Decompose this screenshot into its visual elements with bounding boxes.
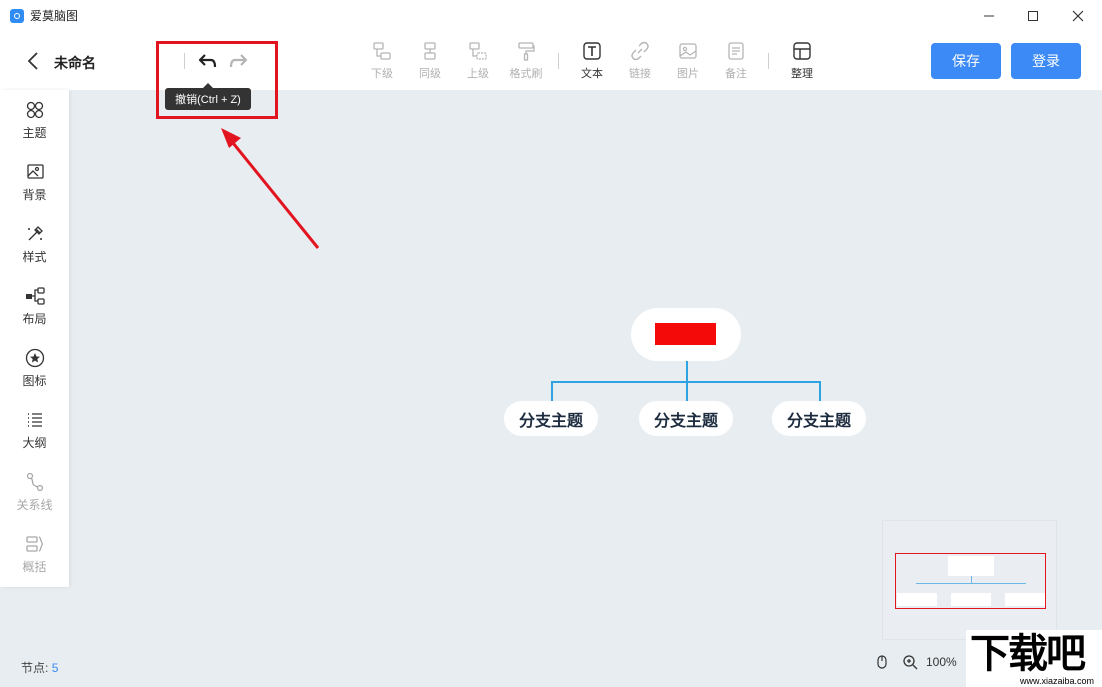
branch-topic[interactable]: 分支主题 [504, 401, 598, 436]
sidebar-item-label: 关系线 [16, 498, 53, 512]
arrange-label: 整理 [791, 68, 813, 80]
connector-line [551, 381, 553, 401]
summary-icon [25, 536, 43, 552]
root-topic[interactable] [631, 308, 741, 361]
watermark-logo: 下载吧 [970, 631, 1086, 677]
minimap[interactable] [882, 520, 1057, 640]
app-title: 爱莫脑图 [30, 9, 79, 23]
node-count-value: 5 [51, 661, 59, 675]
layout-icon [25, 287, 45, 305]
document-name[interactable]: 未命名 [54, 53, 96, 73]
connector-line [686, 381, 688, 401]
chevron-left-icon [27, 52, 38, 70]
format-painter-icon [518, 42, 535, 61]
format-painter-label: 格式刷 [509, 68, 543, 80]
watermark-url: www.xiazaiba.com [1020, 676, 1095, 686]
link-button[interactable]: 链接 [620, 41, 660, 83]
node-count-label: 节点: [21, 661, 49, 675]
sidebar-item-summary[interactable]: 概括 [0, 534, 69, 590]
sidebar-item-icon[interactable]: 图标 [0, 348, 69, 404]
arrange-icon [793, 42, 811, 60]
text-button[interactable]: 文本 [572, 41, 612, 83]
close-button[interactable] [1055, 0, 1101, 31]
zoom-level: 100% [926, 655, 957, 669]
sidebar-item-theme[interactable]: 主题 [0, 100, 69, 156]
note-icon [728, 42, 744, 60]
sibling-node-icon [424, 42, 436, 60]
connector-line [819, 381, 821, 401]
sidebar-item-label: 主题 [22, 126, 47, 140]
divider [558, 53, 559, 69]
root-topic-redacted [655, 323, 716, 345]
login-button[interactable]: 登录 [1011, 43, 1081, 79]
minimize-icon [984, 15, 994, 16]
sidebar-item-label: 样式 [22, 250, 47, 264]
relation-line-icon [26, 472, 43, 492]
divider [768, 53, 769, 69]
parent-node-icon [469, 42, 487, 60]
branch-topic[interactable]: 分支主题 [772, 401, 866, 436]
sidebar-item-label: 布局 [22, 312, 47, 326]
format-painter-button[interactable]: 格式刷 [506, 41, 546, 83]
maximize-button[interactable] [1010, 0, 1056, 31]
arrange-button[interactable]: 整理 [782, 41, 822, 83]
sidebar-item-label: 大纲 [22, 436, 47, 450]
sidebar-item-label: 概括 [22, 560, 47, 574]
sidebar-item-label: 背景 [22, 188, 47, 202]
highlight-box [156, 41, 278, 119]
image-icon [679, 43, 697, 59]
outline-icon [27, 413, 42, 427]
title-bar: 爱莫脑图 [0, 0, 1102, 31]
left-sidebar: 主题 背景 样式 布局 图标 大纲 关系线 概括 [0, 90, 69, 587]
connector-line [686, 361, 688, 382]
sidebar-item-layout[interactable]: 布局 [0, 286, 69, 342]
sidebar-item-outline[interactable]: 大纲 [0, 410, 69, 466]
child-node-icon [373, 42, 391, 60]
text-label: 文本 [581, 68, 603, 80]
annotation-arrow [221, 128, 320, 249]
maximize-icon [1028, 10, 1038, 21]
parent-node-label: 上级 [467, 68, 489, 80]
parent-node-button[interactable]: 上级 [458, 41, 498, 83]
sibling-node-button[interactable]: 同级 [410, 41, 450, 83]
link-label: 链接 [629, 68, 651, 80]
link-icon [631, 41, 649, 61]
background-icon [26, 164, 44, 179]
sidebar-item-background[interactable]: 背景 [0, 162, 69, 218]
note-label: 备注 [725, 68, 747, 80]
minimap-viewport[interactable] [895, 553, 1046, 609]
save-button[interactable]: 保存 [931, 43, 1001, 79]
theme-icon [26, 101, 43, 119]
back-button[interactable] [24, 51, 44, 71]
note-button[interactable]: 备注 [716, 41, 756, 83]
node-count: 节点: 5 [21, 659, 58, 676]
sidebar-item-style[interactable]: 样式 [0, 224, 69, 280]
child-node-label: 下级 [371, 68, 393, 80]
sidebar-item-relation-line[interactable]: 关系线 [0, 472, 69, 528]
child-node-button[interactable]: 下级 [362, 41, 402, 83]
sidebar-item-label: 图标 [22, 374, 47, 388]
app-logo-icon [10, 8, 24, 23]
text-icon [583, 42, 601, 60]
image-button[interactable]: 图片 [668, 41, 708, 83]
star-icon [25, 348, 44, 368]
sibling-node-label: 同级 [419, 68, 441, 80]
minimize-button[interactable] [966, 0, 1012, 31]
mouse-icon[interactable] [874, 654, 890, 670]
image-label: 图片 [677, 68, 699, 80]
close-icon [1072, 10, 1084, 21]
zoom-controls: 100% [874, 652, 957, 672]
style-icon [27, 226, 43, 241]
zoom-in-icon[interactable] [902, 654, 918, 670]
watermark: 下载吧 www.xiazaiba.com [966, 630, 1102, 687]
branch-topic[interactable]: 分支主题 [639, 401, 733, 436]
